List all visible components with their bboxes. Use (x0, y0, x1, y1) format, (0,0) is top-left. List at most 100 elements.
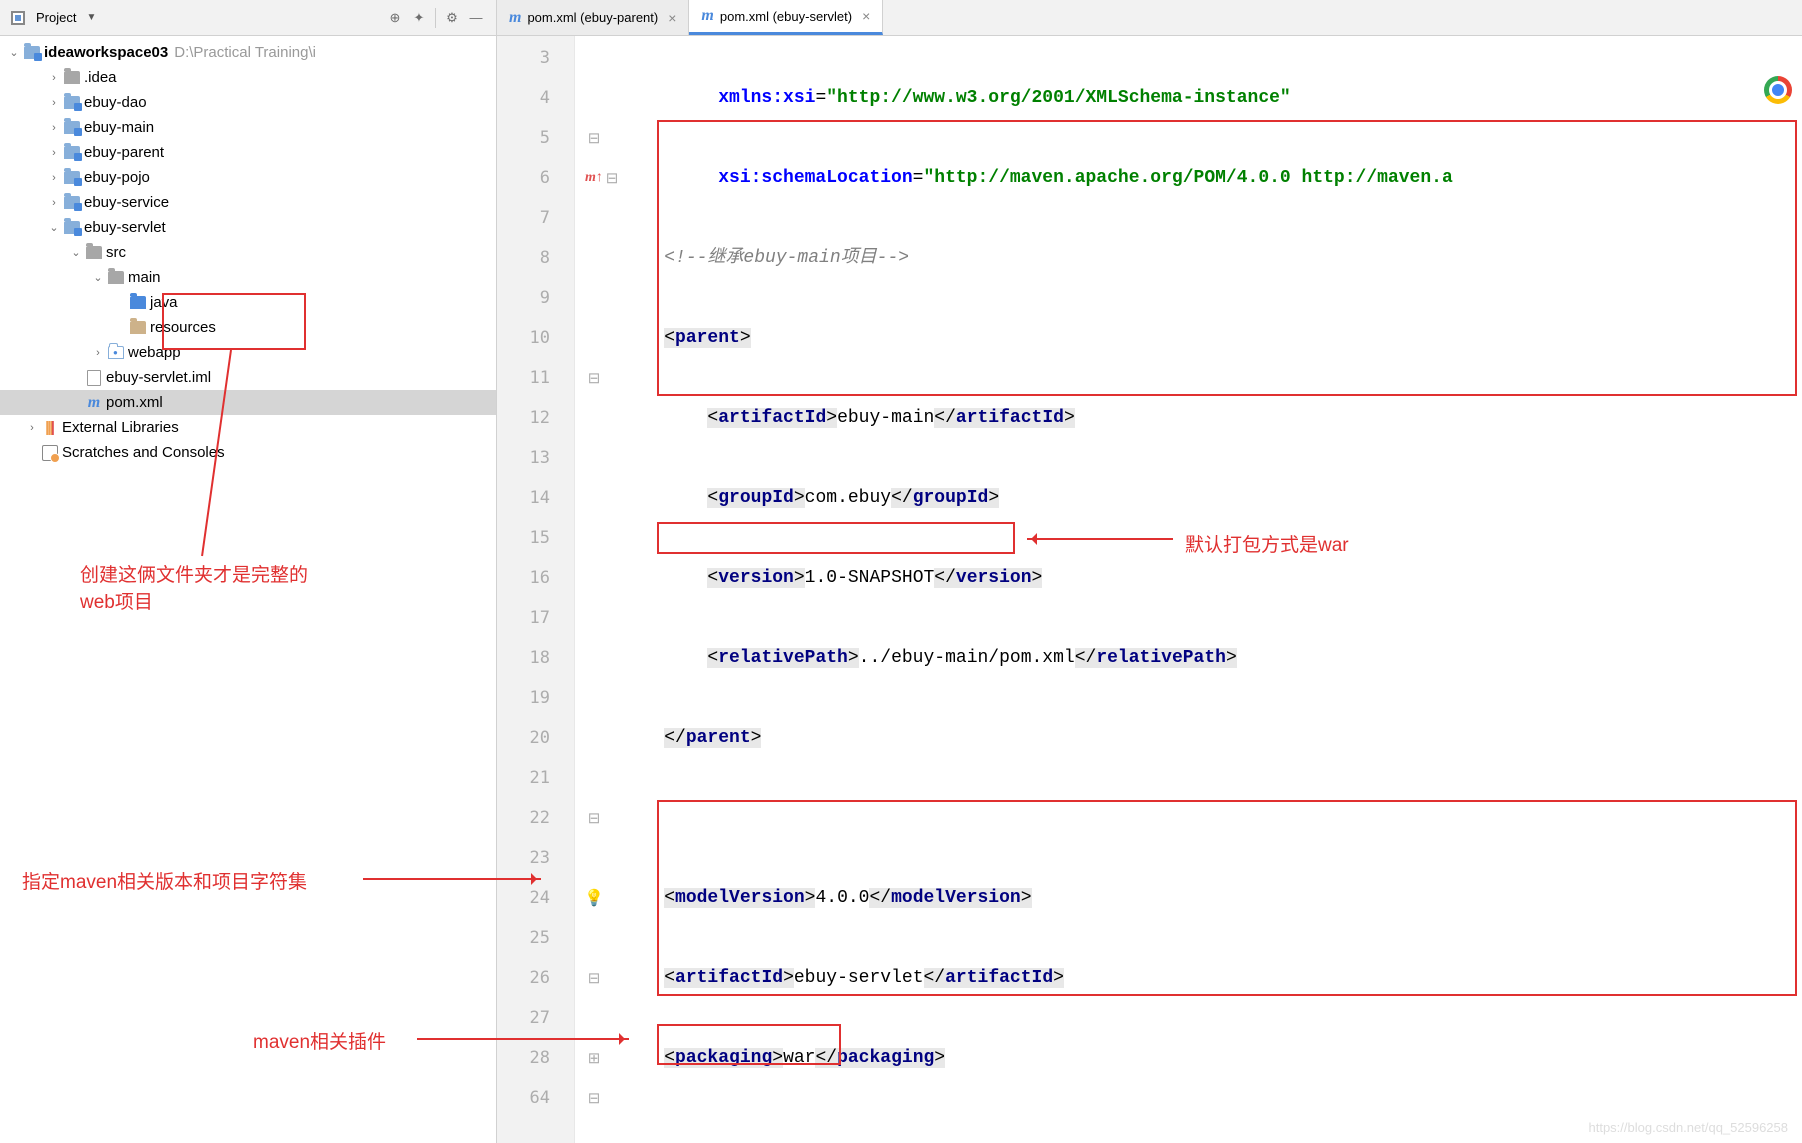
gutter-line-number[interactable]: 27 (497, 998, 574, 1038)
bulb-icon[interactable]: 💡 (575, 878, 613, 918)
code-editor[interactable]: xmlns:xsi="http://www.w3.org/2001/XMLSch… (613, 36, 1802, 1143)
chevron-right-icon[interactable]: › (46, 172, 62, 184)
module-folder-icon (62, 143, 82, 163)
chevron-right-icon[interactable]: › (46, 147, 62, 159)
gutter-line-number[interactable]: 10 (497, 318, 574, 358)
tree-item[interactable]: ›ebuy-parent (0, 140, 496, 165)
root-label: ideaworkspace03 (44, 44, 168, 61)
gutter-line-number[interactable]: 4 (497, 78, 574, 118)
fold-icon[interactable]: ⊟ (575, 118, 613, 158)
gutter-line-number[interactable]: 25 (497, 918, 574, 958)
fold-icon[interactable]: ⊟ (575, 1078, 613, 1118)
tree-item-label: main (128, 269, 161, 286)
gutter-line-number[interactable]: 13 (497, 438, 574, 478)
tree-root[interactable]: ⌄ ideaworkspace03 D:\Practical Training\… (0, 40, 496, 65)
module-folder-icon (62, 93, 82, 113)
gutter-line-number[interactable]: 23 (497, 838, 574, 878)
tree-item[interactable]: ›ebuy-main (0, 115, 496, 140)
source-folder-icon (128, 293, 148, 313)
gutter-line-number[interactable]: 64 (497, 1078, 574, 1118)
gutter-line-number[interactable]: 18 (497, 638, 574, 678)
expand-icon[interactable]: ✦ (407, 6, 431, 30)
gutter-line-number[interactable]: 3 (497, 38, 574, 78)
tree-item-label: ebuy-servlet (84, 219, 166, 236)
gutter-line-number[interactable]: 7 (497, 198, 574, 238)
project-tree[interactable]: ⌄ ideaworkspace03 D:\Practical Training\… (0, 36, 496, 1143)
module-folder-icon (62, 218, 82, 238)
close-icon[interactable]: × (668, 10, 676, 26)
tree-item[interactable]: java (0, 290, 496, 315)
tree-item-label: Scratches and Consoles (62, 444, 225, 461)
gutter-line-number[interactable]: 22 (497, 798, 574, 838)
chevron-right-icon[interactable]: › (46, 122, 62, 134)
hide-icon[interactable]: — (464, 6, 488, 30)
tab-pom-parent[interactable]: m pom.xml (ebuy-parent) × (497, 0, 689, 35)
gutter-line-number[interactable]: 15 (497, 518, 574, 558)
tree-item[interactable]: ›ebuy-service (0, 190, 496, 215)
module-folder-icon (22, 43, 42, 63)
chevron-right-icon[interactable]: › (90, 347, 106, 359)
watermark: https://blog.csdn.net/qq_52596258 (1589, 1120, 1789, 1135)
gutter-line-number[interactable]: 26 (497, 958, 574, 998)
gutter-line-number[interactable]: 5 (497, 118, 574, 158)
chevron-right-icon[interactable]: › (46, 197, 62, 209)
gutter-line-number[interactable]: 21 (497, 758, 574, 798)
tree-item-label: webapp (128, 344, 181, 361)
resources-folder-icon (128, 318, 148, 338)
close-icon[interactable]: × (862, 8, 870, 24)
tree-item[interactable]: ›ebuy-pojo (0, 165, 496, 190)
fold-icon[interactable]: ⊟ (575, 958, 613, 998)
tree-item[interactable]: resources (0, 315, 496, 340)
chrome-icon[interactable] (1764, 76, 1792, 104)
annotation-arrow (1027, 538, 1173, 540)
tree-item[interactable]: Scratches and Consoles (0, 440, 496, 465)
editor-tabs: m pom.xml (ebuy-parent) × m pom.xml (ebu… (497, 0, 1802, 36)
tree-item[interactable]: ⌄ ebuy-servlet (0, 215, 496, 240)
annotation-text: 创建这俩文件夹才是完整的 web项目 (80, 560, 308, 614)
tab-pom-servlet[interactable]: m pom.xml (ebuy-servlet) × (689, 0, 883, 35)
project-dropdown[interactable]: Project (36, 10, 76, 25)
gutter-line-number[interactable]: 17 (497, 598, 574, 638)
tree-item[interactable]: ›External Libraries (0, 415, 496, 440)
tree-item[interactable]: mpom.xml (0, 390, 496, 415)
gutter-line-number[interactable]: 14 (497, 478, 574, 518)
tree-item[interactable]: ⌄ main (0, 265, 496, 290)
gutter-line-number[interactable]: 12 (497, 398, 574, 438)
folder-icon (62, 68, 82, 88)
gutter-line-number[interactable]: 11 (497, 358, 574, 398)
tree-item[interactable]: ⌄ src (0, 240, 496, 265)
chevron-down-icon: ▼ (86, 12, 96, 23)
gutter-line-number[interactable]: 6 (497, 158, 574, 198)
tree-item-label: resources (150, 319, 216, 336)
webapp-folder-icon (106, 343, 126, 363)
maven-icon: m (509, 9, 521, 27)
chevron-down-icon[interactable]: ⌄ (68, 246, 84, 259)
tree-item[interactable]: ebuy-servlet.iml (0, 365, 496, 390)
scratch-icon (40, 443, 60, 463)
chevron-right-icon[interactable]: › (46, 72, 62, 84)
tree-item-label: ebuy-dao (84, 94, 147, 111)
folder-icon (106, 268, 126, 288)
gutter-line-number[interactable]: 28 (497, 1038, 574, 1078)
gutter-line-number[interactable]: 19 (497, 678, 574, 718)
tree-item[interactable]: › webapp (0, 340, 496, 365)
gutter-line-number[interactable]: 16 (497, 558, 574, 598)
tree-item-label: src (106, 244, 126, 261)
settings-icon[interactable]: ⚙ (440, 6, 464, 30)
gutter-line-number[interactable]: 24 (497, 878, 574, 918)
locate-icon[interactable]: ⊕ (383, 6, 407, 30)
tree-item[interactable]: › ebuy-dao (0, 90, 496, 115)
gutter-line-number[interactable]: 9 (497, 278, 574, 318)
gutter-line-number[interactable]: 8 (497, 238, 574, 278)
fold-icon[interactable]: ⊟ (575, 358, 613, 398)
tree-item[interactable]: ›.idea (0, 65, 496, 90)
gutter-line-number[interactable]: 20 (497, 718, 574, 758)
chevron-right-icon[interactable]: › (24, 422, 40, 434)
chevron-down-icon[interactable]: ⌄ (90, 271, 106, 284)
fold-icon[interactable]: ⊟ (575, 798, 613, 838)
chevron-right-icon[interactable]: › (46, 97, 62, 109)
fold-icon[interactable]: ⊞ (575, 1038, 613, 1078)
chevron-down-icon[interactable]: ⌄ (46, 221, 62, 234)
chevron-down-icon[interactable]: ⌄ (6, 46, 22, 59)
root-path: D:\Practical Training\i (174, 44, 316, 61)
